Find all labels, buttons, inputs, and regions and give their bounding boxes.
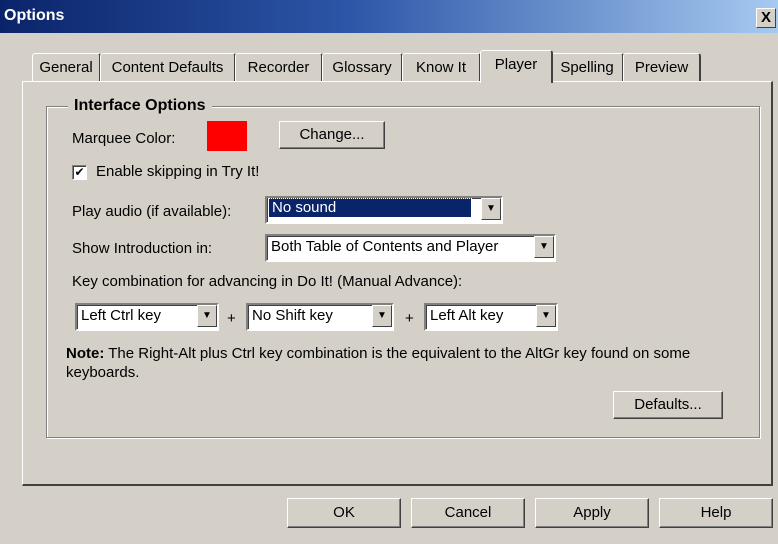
defaults-button[interactable]: Defaults... [613, 391, 723, 419]
show-intro-select[interactable]: Both Table of Contents and Player ▼ [265, 234, 556, 262]
change-color-button[interactable]: Change... [279, 121, 385, 149]
close-icon: X [760, 9, 771, 26]
key2-value: No Shift key [252, 307, 333, 324]
plus-sign: + [405, 310, 414, 327]
tab-recorder[interactable]: Recorder [235, 53, 323, 81]
tab-player[interactable]: Player [480, 50, 553, 83]
note-text: Note: The Right-Alt plus Ctrl key combin… [66, 344, 731, 382]
enable-skipping-checkbox[interactable]: ✔ [72, 165, 87, 180]
show-intro-label: Show Introduction in: [72, 240, 213, 257]
group-title: Interface Options [68, 97, 212, 115]
apply-button[interactable]: Apply [535, 498, 649, 528]
tab-know-it[interactable]: Know It [402, 53, 481, 81]
chevron-down-icon[interactable]: ▼ [536, 305, 556, 327]
chevron-down-icon[interactable]: ▼ [481, 198, 501, 220]
key-combo-label: Key combination for advancing in Do It! … [72, 273, 463, 290]
help-button[interactable]: Help [659, 498, 773, 528]
enable-skipping-label: Enable skipping in Try It! [96, 163, 260, 180]
cancel-button[interactable]: Cancel [411, 498, 525, 528]
show-intro-value: Both Table of Contents and Player [271, 238, 499, 255]
title-bar[interactable]: Options X [0, 0, 778, 33]
close-button[interactable]: X [756, 8, 776, 28]
chevron-down-icon[interactable]: ▼ [372, 305, 392, 327]
tab-spelling[interactable]: Spelling [551, 53, 624, 81]
plus-sign: + [227, 310, 236, 327]
play-audio-value: No sound [268, 198, 472, 218]
check-mark-icon: ✔ [74, 165, 85, 179]
marquee-color-label: Marquee Color: [72, 130, 176, 147]
window-title: Options [4, 7, 65, 24]
tab-general[interactable]: General [32, 53, 101, 81]
key1-value: Left Ctrl key [81, 307, 162, 324]
key3-select[interactable]: Left Alt key ▼ [424, 303, 558, 331]
tab-preview[interactable]: Preview [623, 53, 701, 81]
options-dialog: Options X General Content Defaults Recor… [0, 0, 778, 544]
chevron-down-icon[interactable]: ▼ [197, 305, 217, 327]
ok-button[interactable]: OK [287, 498, 401, 528]
key3-value: Left Alt key [430, 307, 504, 324]
tab-content-defaults[interactable]: Content Defaults [100, 53, 236, 81]
tab-glossary[interactable]: Glossary [322, 53, 403, 81]
marquee-color-swatch [207, 121, 247, 151]
play-audio-label: Play audio (if available): [72, 203, 232, 220]
note-body: The Right-Alt plus Ctrl key combination … [66, 345, 691, 381]
chevron-down-icon[interactable]: ▼ [534, 236, 554, 258]
play-audio-select[interactable]: No sound ▼ [265, 196, 503, 224]
key1-select[interactable]: Left Ctrl key ▼ [75, 303, 219, 331]
key2-select[interactable]: No Shift key ▼ [246, 303, 394, 331]
interface-options-group [46, 106, 760, 438]
note-bold: Note: [66, 345, 105, 362]
